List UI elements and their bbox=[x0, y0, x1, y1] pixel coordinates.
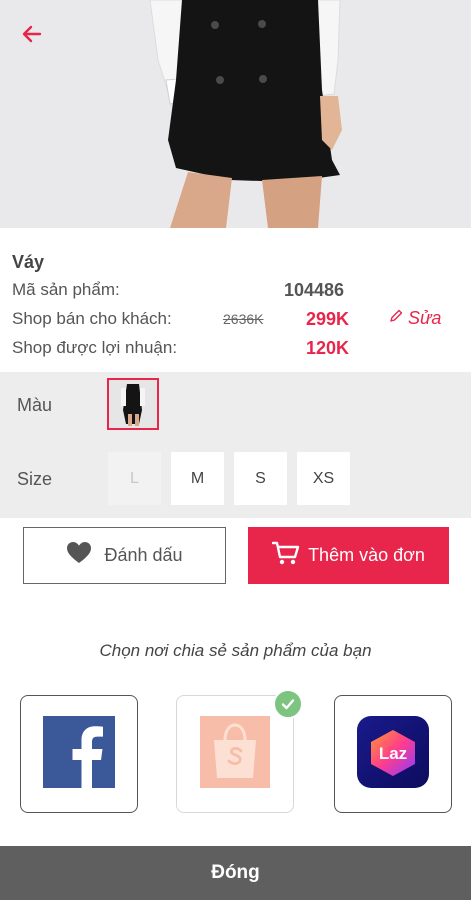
mark-label: Đánh dấu bbox=[104, 545, 183, 565]
add-to-order-label: Thêm vào đơn bbox=[308, 545, 425, 565]
arrow-left-icon[interactable] bbox=[18, 20, 46, 48]
heart-icon bbox=[66, 541, 92, 570]
sale-price: 299K bbox=[306, 309, 350, 329]
profit-label: Shop được lợi nhuận: bbox=[12, 338, 178, 357]
profit-value: 120K bbox=[306, 338, 350, 358]
cart-icon bbox=[271, 540, 300, 571]
pencil-icon bbox=[388, 308, 404, 329]
original-price: 2636K bbox=[223, 311, 264, 327]
variant-selector: Màu Size L M S XS bbox=[0, 372, 471, 518]
product-info: Váy Mã sản phẩm: 104486 Shop bán cho khá… bbox=[0, 228, 471, 372]
edit-label: Sửa bbox=[408, 308, 442, 328]
size-option-xs[interactable]: XS bbox=[297, 452, 350, 505]
add-to-order-button[interactable]: Thêm vào đơn bbox=[248, 527, 449, 584]
facebook-icon bbox=[43, 715, 115, 793]
size-option-m[interactable]: M bbox=[171, 452, 224, 505]
mark-button[interactable]: Đánh dấu bbox=[23, 527, 226, 584]
color-label: Màu bbox=[17, 395, 53, 415]
product-code-label: Mã sản phẩm: bbox=[12, 280, 120, 299]
share-facebook[interactable] bbox=[20, 695, 138, 813]
lazada-icon: Laz bbox=[357, 715, 429, 793]
product-code-value: 104486 bbox=[284, 280, 345, 300]
share-title: Chọn nơi chia sẻ sản phẩm của bạn bbox=[99, 641, 372, 660]
size-option-s[interactable]: S bbox=[234, 452, 287, 505]
size-option-l[interactable]: L bbox=[108, 452, 161, 505]
size-label: Size bbox=[17, 469, 53, 489]
sale-price-label: Shop bán cho khách: bbox=[12, 309, 172, 328]
share-lazada[interactable]: Laz bbox=[334, 695, 452, 813]
product-name: Váy bbox=[12, 252, 45, 272]
shopee-icon bbox=[200, 715, 270, 793]
product-photo bbox=[0, 0, 471, 228]
check-icon bbox=[273, 689, 303, 719]
close-label: Đóng bbox=[211, 862, 260, 883]
color-swatch[interactable] bbox=[107, 378, 159, 430]
lazada-logo-text: Laz bbox=[379, 744, 407, 763]
close-button[interactable]: Đóng bbox=[0, 846, 471, 900]
product-image bbox=[0, 0, 471, 228]
edit-price-button[interactable]: Sửa bbox=[388, 308, 441, 329]
